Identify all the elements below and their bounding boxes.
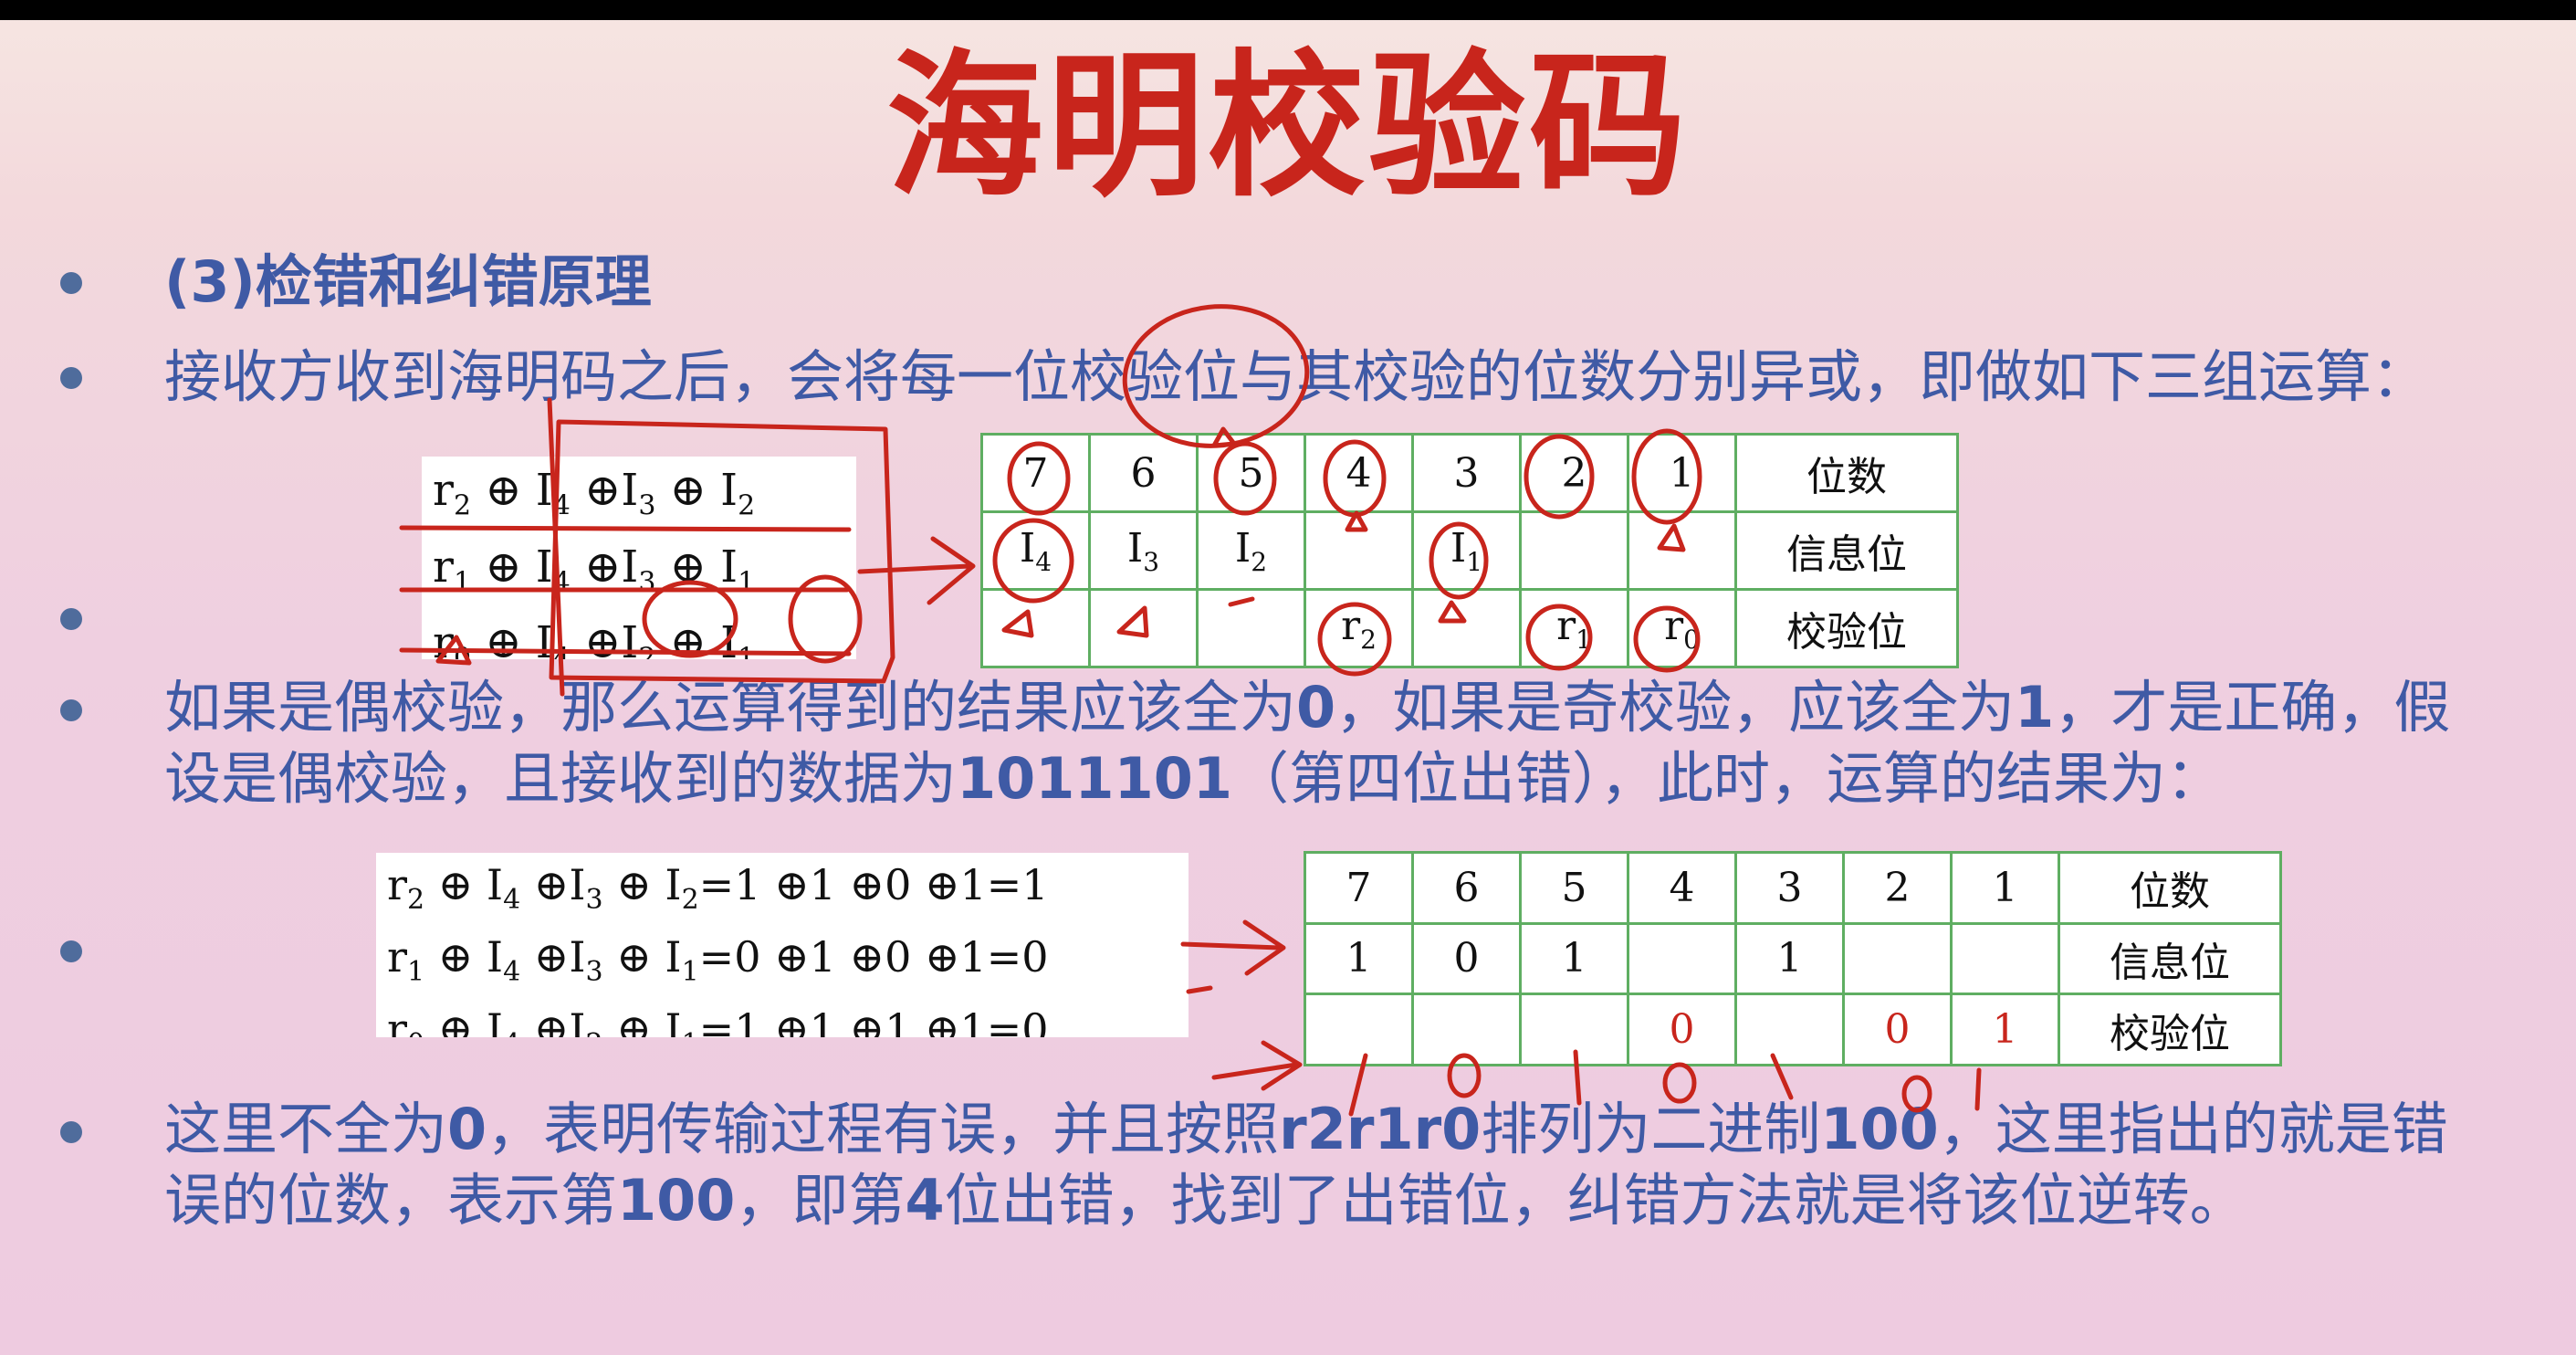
table-cell [1411,993,1522,1066]
table-row: 7 6 5 4 3 2 1 位数 [980,433,1959,513]
formula-row-r1: r1 ⊕ I4 ⊕I3 ⊕ I1=0 ⊕1 ⊕0 ⊕1=0 [387,932,1049,989]
formula-block-general: r2 ⊕ I4 ⊕I3 ⊕ I2 r1 ⊕ I4 ⊕I3 ⊕ I1 r0 ⊕ I… [422,457,856,659]
table-cell: I4 [980,510,1091,591]
table-cell [1304,510,1414,591]
table-cell: 1 [1734,921,1845,996]
table-cell [1950,921,2060,996]
hamming-position-table: 7 6 5 4 3 2 1 位数 I4 I3 I2 I1 信息位 r2 r1 r… [980,433,1959,668]
table-cell: I1 [1411,510,1522,591]
bullet-dot [60,940,82,962]
row-label: 信息位 [1734,510,1959,591]
table-cell: r2 [1304,588,1414,668]
table-cell: 7 [1304,851,1414,925]
table-row: 7 6 5 4 3 2 1 位数 [1304,851,2282,925]
table-cell: 4 [1627,851,1737,925]
table-cell: 4 [1304,433,1414,513]
ink-arrow [1186,985,1213,994]
table-cell: 5 [1519,851,1629,925]
table-cell [1304,993,1414,1066]
table-cell [980,588,1091,668]
table-cell: I2 [1196,510,1306,591]
bullet-dot [60,272,82,294]
row-label: 校验位 [2058,993,2282,1066]
table-cell: 1 [1627,433,1737,513]
table-cell: 1 [1950,851,2060,925]
formula-row-r0: r0 ⊕ I4 ⊕I2 ⊕ I1 [433,617,756,659]
table-cell [1196,588,1306,668]
table-cell: 0 [1411,921,1522,996]
table-cell [1734,993,1845,1066]
table-cell [1842,921,1953,996]
bullet-dot [60,608,82,630]
table-cell [1519,993,1629,1066]
table-cell: 1 [1519,921,1629,996]
row-label: 校验位 [1734,588,1959,668]
table-row: I4 I3 I2 I1 信息位 [980,510,1959,591]
table-cell: 2 [1519,433,1629,513]
table-cell [1088,588,1199,668]
top-black-bar [0,0,2576,20]
ink-arrow [1211,1040,1303,1091]
row-label: 位数 [2058,851,2282,925]
table-cell: 7 [980,433,1091,513]
table-cell: 0 [1842,993,1953,1066]
table-cell: 0 [1627,993,1737,1066]
formula-row-r2: r2 ⊕ I4 ⊕I3 ⊕ I2=1 ⊕1 ⊕0 ⊕1=1 [387,860,1049,917]
table-cell [1411,588,1522,668]
table-cell: 3 [1411,433,1522,513]
table-cell: 1 [1950,993,2060,1066]
table-cell: I3 [1088,510,1199,591]
table-row: 0 0 1 校验位 [1304,993,2282,1066]
received-data-table: 7 6 5 4 3 2 1 位数 1 0 1 1 信息位 0 0 1 校验位 [1304,851,2282,1066]
table-cell: r0 [1627,588,1737,668]
table-cell: 6 [1411,851,1522,925]
table-cell: 2 [1842,851,1953,925]
row-label: 信息位 [2058,921,2282,996]
section-heading: (3)检错和纠错原理 [164,248,652,315]
table-cell: 1 [1304,921,1414,996]
table-cell: 3 [1734,851,1845,925]
table-cell: 6 [1088,433,1199,513]
page-title: 海明校验码 [886,33,1690,218]
ink-arrow [1180,919,1286,976]
even-parity-paragraph: 如果是偶校验，那么运算得到的结果应该全为0，如果是奇校验，应该全为1，才是正确，… [164,674,2451,812]
formula-row-r1: r1 ⊕ I4 ⊕I3 ⊕ I1 [433,541,756,599]
table-cell: r1 [1519,588,1629,668]
row-label: 位数 [1734,433,1959,513]
table-cell: 5 [1196,433,1306,513]
bullet-dot [60,699,82,721]
conclusion-paragraph: 这里不全为0，表明传输过程有误，并且按照r2r1r0排列为二进制100，这里指出… [164,1096,2448,1234]
table-cell [1627,510,1737,591]
bullet-dot [60,367,82,389]
table-row: r2 r1 r0 校验位 [980,588,1959,668]
table-row: 1 0 1 1 信息位 [1304,921,2282,996]
ink-arrow [857,536,976,605]
formula-block-evaluated: r2 ⊕ I4 ⊕I3 ⊕ I2=1 ⊕1 ⊕0 ⊕1=1 r1 ⊕ I4 ⊕I… [376,853,1189,1037]
formula-row-r0: r0 ⊕ I4 ⊕I2 ⊕ I1=1 ⊕1 ⊕1 ⊕1=0 [387,1004,1049,1037]
bullet-dot [60,1121,82,1143]
receiver-paragraph: 接收方收到海明码之后，会将每一位校验位与其校验的位数分别异或，即做如下三组运算： [164,343,2429,410]
formula-row-r2: r2 ⊕ I4 ⊕I3 ⊕ I2 [433,465,756,522]
table-cell [1519,510,1629,591]
table-cell [1627,921,1737,996]
